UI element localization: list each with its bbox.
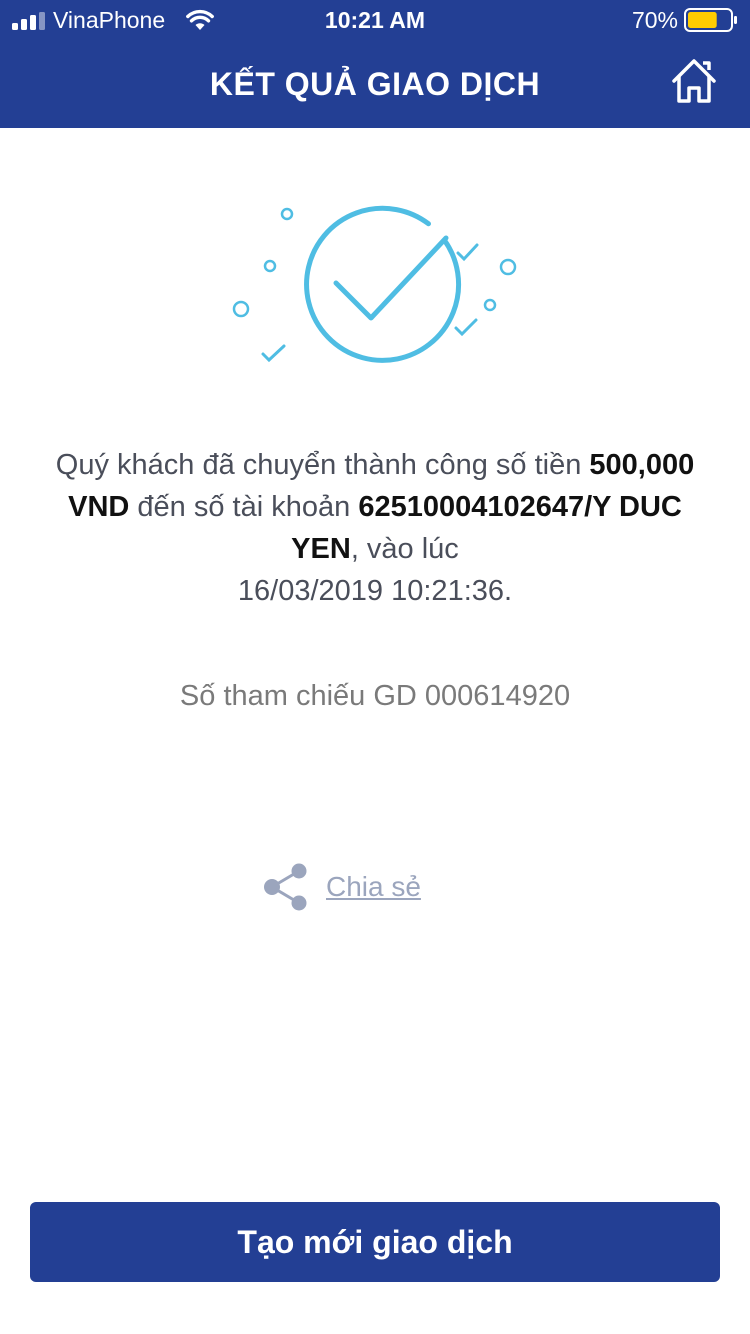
new-transaction-button[interactable]: Tạo mới giao dịch xyxy=(30,1202,720,1282)
share-link[interactable]: Chia sẻ xyxy=(326,871,421,903)
share-icon xyxy=(264,863,307,911)
app-header: VinaPhone 10:21 AM 70% KẾT QUẢ GIAO DỊCH xyxy=(0,0,750,128)
reference-number: Số tham chiếu GD 000614920 xyxy=(179,680,571,712)
home-icon[interactable] xyxy=(668,55,720,105)
share-button[interactable]: Chia sẻ xyxy=(260,862,421,912)
transaction-message: Quý khách đã chuyển thành công số tiền 5… xyxy=(40,444,710,612)
status-bar: VinaPhone 10:21 AM 70% xyxy=(0,0,750,40)
message-text: , vào lúc xyxy=(350,533,459,565)
transaction-datetime: 16/03/2019 10:21:36. xyxy=(237,575,513,607)
page-title: KẾT QUẢ GIAO DỊCH xyxy=(209,66,541,102)
message-text: đến số tài khoản xyxy=(129,491,359,523)
battery-percent: 70% xyxy=(631,7,678,33)
battery-icon xyxy=(684,8,737,32)
success-check-icon xyxy=(232,205,517,363)
message-text: Quý khách đã chuyển thành công số tiền xyxy=(55,449,590,481)
